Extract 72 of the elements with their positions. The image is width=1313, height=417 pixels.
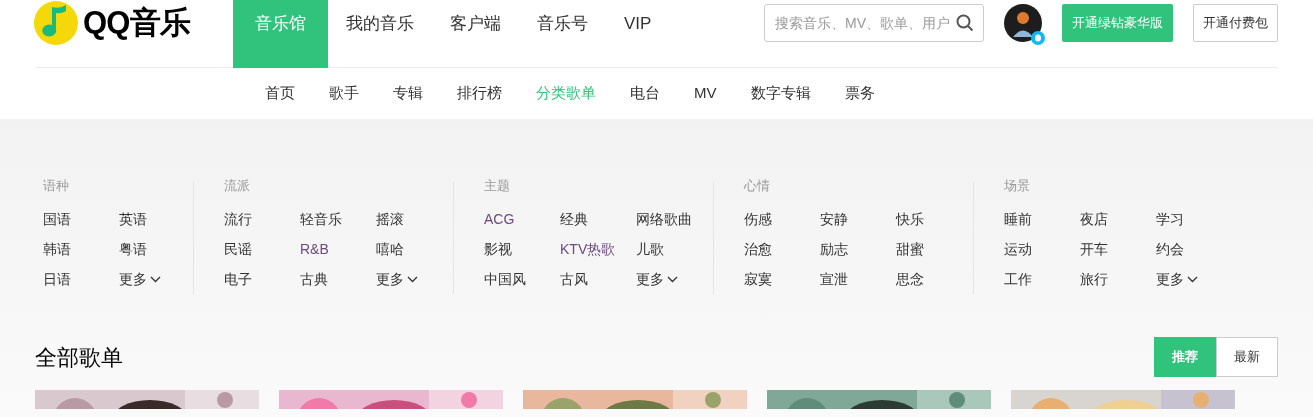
category-title: 主题 [484,177,511,195]
logo-text: QQ音乐 [83,7,191,38]
category-link[interactable]: 开车 [1080,234,1156,264]
more-link[interactable]: 更多 [119,264,161,294]
category-link[interactable]: 伤感 [744,204,820,234]
category-link[interactable]: 工作 [1004,264,1080,294]
pay-package-button[interactable]: 开通付费包 [1193,4,1278,42]
category-link[interactable]: 韩语 [43,234,119,264]
chevron-down-icon [667,275,678,283]
category-link[interactable]: 嘻哈 [376,234,452,264]
music-note-logo-icon [34,0,78,45]
nav-tab[interactable]: 客户端 [432,0,519,68]
chevron-down-icon [407,275,418,283]
category-link[interactable]: 流行 [224,204,300,234]
category-title: 流派 [224,177,251,195]
sort-tab[interactable]: 最新 [1216,337,1278,377]
more-link[interactable]: 更多 [636,264,678,294]
category-link[interactable]: 电子 [224,264,300,294]
category-link[interactable]: 中国风 [484,264,560,294]
category-link[interactable]: 宣泄 [820,264,896,294]
category-link[interactable]: 古风 [560,264,636,294]
subnav-tab[interactable]: 首页 [265,82,295,105]
category-link[interactable]: 轻音乐 [300,204,376,234]
section-title: 全部歌单 [35,343,123,372]
subnav-tab[interactable]: 歌手 [329,82,359,105]
category-link[interactable]: ACG [484,204,560,234]
category-link[interactable]: 摇滚 [376,204,452,234]
category-link[interactable]: 治愈 [744,234,820,264]
category-link[interactable]: 睡前 [1004,204,1080,234]
search-field[interactable]: 搜索音乐、MV、歌单、用户 [764,4,984,42]
category-link[interactable]: 运动 [1004,234,1080,264]
category-link[interactable]: 古典 [300,264,376,294]
category-link[interactable]: 粤语 [119,234,195,264]
category-title: 语种 [43,177,70,195]
category-link[interactable]: 夜店 [1080,204,1156,234]
qq-badge-icon [1031,31,1045,45]
category-link[interactable]: R&B [300,234,376,264]
category-link[interactable]: 旅行 [1080,264,1156,294]
nav-tab[interactable]: 我的音乐 [328,0,432,68]
category-link[interactable]: 日语 [43,264,119,294]
more-link[interactable]: 更多 [1156,264,1198,294]
category-link[interactable]: 英语 [119,204,195,234]
more-link[interactable]: 更多 [376,264,418,294]
category-link[interactable]: 甜蜜 [896,234,972,264]
category-link[interactable]: 网络歌曲 [636,204,712,234]
subnav-tab[interactable]: 数字专辑 [750,82,811,105]
category-link[interactable]: 快乐 [896,204,972,234]
nav-tab[interactable]: VIP [606,0,670,68]
nav-tab[interactable]: 音乐号 [519,0,606,68]
category-link[interactable]: 寂寞 [744,264,820,294]
category-title: 场景 [1004,177,1031,195]
category-link[interactable]: 约会 [1156,234,1232,264]
search-icon[interactable] [956,14,974,32]
subnav-tab[interactable]: 专辑 [393,82,423,105]
category-link[interactable]: 民谣 [224,234,300,264]
category-link[interactable]: 安静 [820,204,896,234]
category-title: 心情 [744,177,771,195]
chevron-down-icon [150,275,161,283]
category-link[interactable]: 学习 [1156,204,1232,234]
subnav-tab[interactable]: 电台 [630,82,660,105]
category-link[interactable]: 思念 [896,264,972,294]
category-link[interactable]: 儿歌 [636,234,712,264]
avatar[interactable] [1004,4,1042,42]
subnav-tab[interactable]: 排行榜 [457,82,502,105]
subnav-tab[interactable]: MV [694,82,717,105]
category-link[interactable]: 影视 [484,234,560,264]
chevron-down-icon [1187,275,1198,283]
subnav-tab[interactable]: 票务 [844,82,875,105]
category-link[interactable]: 励志 [820,234,896,264]
category-link[interactable]: KTV热歌 [560,234,636,264]
category-link[interactable]: 经典 [560,204,636,234]
category-link[interactable]: 国语 [43,204,119,234]
